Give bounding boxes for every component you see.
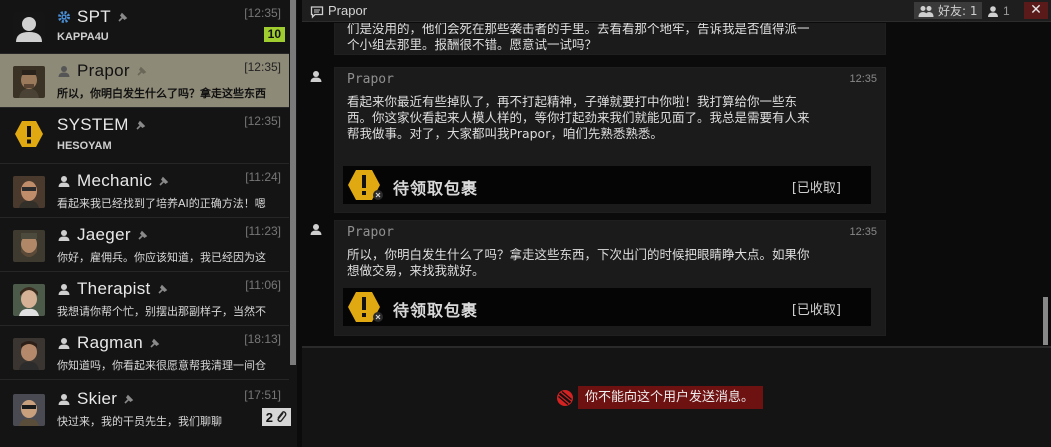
dialogue-preview: 我想请你帮个忙，别摆出那副样子，当然不: [57, 305, 266, 318]
user-icon: [57, 174, 71, 188]
dialogue-name: Therapist: [77, 279, 151, 298]
dialogue-time: [18:13]: [244, 332, 281, 346]
message-text: 们是没用的，他们会死在那些袭击者的手里。去看看那个地牢，告诉我是否值得派一个小组…: [347, 23, 810, 52]
package-bar[interactable]: 待领取包裹 [已收取]: [343, 288, 871, 326]
dialogue-name: Ragman: [77, 333, 144, 352]
dialogue-item-skier[interactable]: Skier [17:51] 快过来，我的干员先生，我们聊聊: [0, 382, 289, 436]
close-button[interactable]: ✕: [1024, 2, 1048, 19]
paperclip-icon: [275, 410, 287, 424]
message-bubble: Prapor 12:35 看起来你最近有些掉队了，再不打起精神，子弹就要打中你啦…: [310, 67, 886, 213]
friends-label: 好友: 1: [938, 4, 978, 18]
skier-avatar: [13, 394, 45, 426]
cannot-send-text: 你不能向这个用户发送消息。: [578, 386, 764, 409]
dialogue-time: [12:35]: [244, 114, 281, 128]
dialogue-name: Jaeger: [77, 225, 131, 244]
dialogue-time: [12:35]: [244, 60, 281, 74]
members-indicator: 1: [985, 2, 1021, 19]
package-status: [已收取]: [791, 181, 841, 196]
message-time: 12:35: [849, 226, 877, 238]
input-area: 你不能向这个用户发送消息。: [302, 348, 1051, 447]
dialogue-time: [11:24]: [245, 170, 281, 184]
dialogue-preview: 你知道吗，你看起来很愿意帮我清理一间仓: [57, 359, 266, 372]
dialogue-item-mechanic[interactable]: Mechanic [11:24] 看起来我已经找到了培养AI的正确方法！嗯: [0, 164, 289, 218]
sidebar-scrollbar[interactable]: [290, 0, 296, 365]
user-icon: [57, 228, 71, 242]
message-text: 看起来你最近有些掉队了，再不打起精神，子弹就要打中你啦！我打算给你一些东西。你这…: [347, 94, 810, 141]
dialogue-time: [17:51]: [244, 388, 281, 402]
gear-icon: [57, 10, 71, 24]
dialogue-item-prapor[interactable]: Prapor [12:35] 所以，你明白发生什么了吗？拿走这些东西: [0, 54, 289, 108]
pin-icon[interactable]: [117, 11, 129, 23]
mechanic-avatar: [13, 176, 45, 208]
dialogue-name: SYSTEM: [57, 115, 129, 134]
dialogue-item-jaeger[interactable]: Jaeger [11:23] 你好，雇佣兵。你应该知道，我已经因为这: [0, 218, 289, 272]
user-icon: [987, 5, 999, 17]
user-icon: [57, 336, 71, 350]
pin-icon[interactable]: [135, 119, 147, 131]
package-label: 待领取包裹: [393, 301, 479, 320]
dialogue-time: [12:35]: [244, 6, 281, 20]
package-status: [已收取]: [791, 303, 841, 318]
dialogue-list: SPT [12:35] KAPPA4U 10 Prapor [12:35] 所以…: [0, 0, 297, 447]
ban-icon: [552, 386, 578, 409]
user-icon: [309, 221, 323, 235]
user-icon: [57, 282, 71, 296]
user-icon: [57, 392, 71, 406]
friends-icon: [918, 5, 934, 17]
message-list: 们是没用的，他们会死在那些袭击者的手里。去看看那个地牢，告诉我是否值得派一个小组…: [302, 23, 1039, 346]
dialogue-preview: 看起来我已经找到了培养AI的正确方法！嗯: [57, 197, 266, 210]
user-icon: [309, 68, 323, 82]
cannot-send-notice: 你不能向这个用户发送消息。: [552, 386, 764, 409]
message-time: 12:35: [849, 73, 877, 85]
attachments-badge[interactable]: 2: [261, 408, 291, 426]
dialogue-name: Mechanic: [77, 171, 153, 190]
dialogue-subtitle: KAPPA4U: [57, 31, 109, 43]
attachments-count: 2: [265, 409, 273, 425]
package-label: 待领取包裹: [393, 179, 479, 198]
prapor-avatar: [13, 66, 45, 98]
package-warning-icon: [347, 291, 385, 323]
unread-count-badge: 10: [263, 27, 285, 42]
message-scrollbar[interactable]: [1043, 297, 1048, 345]
dialogue-item-ragman[interactable]: Ragman [18:13] 你知道吗，你看起来很愿意帮我清理一间仓: [0, 326, 289, 380]
therapist-avatar: [13, 284, 45, 316]
default-avatar: [13, 12, 45, 44]
package-warning-icon: [347, 169, 385, 201]
message-text: 所以，你明白发生什么了吗？拿走这些东西，下次出门的时候把眼睛睁大点。如果你想做交…: [347, 247, 810, 278]
dialogue-time: [11:23]: [245, 224, 281, 238]
dialogue-item-system[interactable]: SYSTEM [12:35] HESOYAM: [0, 108, 289, 164]
dialogue-preview: 快过来，我的干员先生，我们聊聊: [57, 415, 222, 428]
chat-title: Prapor: [328, 3, 368, 18]
message-author: Prapor: [347, 225, 394, 240]
jaeger-avatar: [13, 230, 45, 262]
friends-button[interactable]: 好友: 1: [914, 2, 982, 19]
message-bubble: Prapor 12:35 所以，你明白发生什么了吗？拿走这些东西，下次出门的时候…: [310, 220, 886, 336]
dialogue-name: Prapor: [77, 61, 130, 80]
dialogue-preview: 你好，雇佣兵。你应该知道，我已经因为这: [57, 251, 266, 264]
chat-bubble-icon: [310, 4, 324, 19]
pin-icon[interactable]: [158, 175, 170, 187]
chat-header: Prapor 好友: 1 1 ✕: [302, 0, 1051, 22]
dialogue-subtitle: HESOYAM: [57, 140, 112, 152]
dialogue-item-therapist[interactable]: Therapist [11:06] 我想请你帮个忙，别摆出那副样子，当然不: [0, 272, 289, 326]
pin-icon[interactable]: [149, 337, 161, 349]
dialogue-name: Skier: [77, 389, 118, 408]
user-icon: [57, 64, 71, 78]
package-bar[interactable]: 待领取包裹 [已收取]: [343, 166, 871, 204]
pin-icon[interactable]: [137, 229, 149, 241]
system-warning-avatar: [13, 118, 45, 150]
members-count: 1: [1003, 3, 1010, 18]
dialogue-item-spt[interactable]: SPT [12:35] KAPPA4U 10: [0, 0, 289, 54]
pin-icon[interactable]: [123, 393, 135, 405]
pin-icon[interactable]: [157, 283, 169, 295]
dialogue-preview: 所以，你明白发生什么了吗？拿走这些东西: [57, 87, 266, 100]
pin-icon[interactable]: [136, 65, 148, 77]
message-author: Prapor: [347, 72, 394, 87]
dialogue-name: SPT: [77, 7, 111, 26]
ragman-avatar: [13, 338, 45, 370]
message-bubble: 们是没用的，他们会死在那些袭击者的手里。去看看那个地牢，告诉我是否值得派一个小组…: [334, 23, 886, 55]
dialogue-time: [11:06]: [245, 278, 281, 292]
